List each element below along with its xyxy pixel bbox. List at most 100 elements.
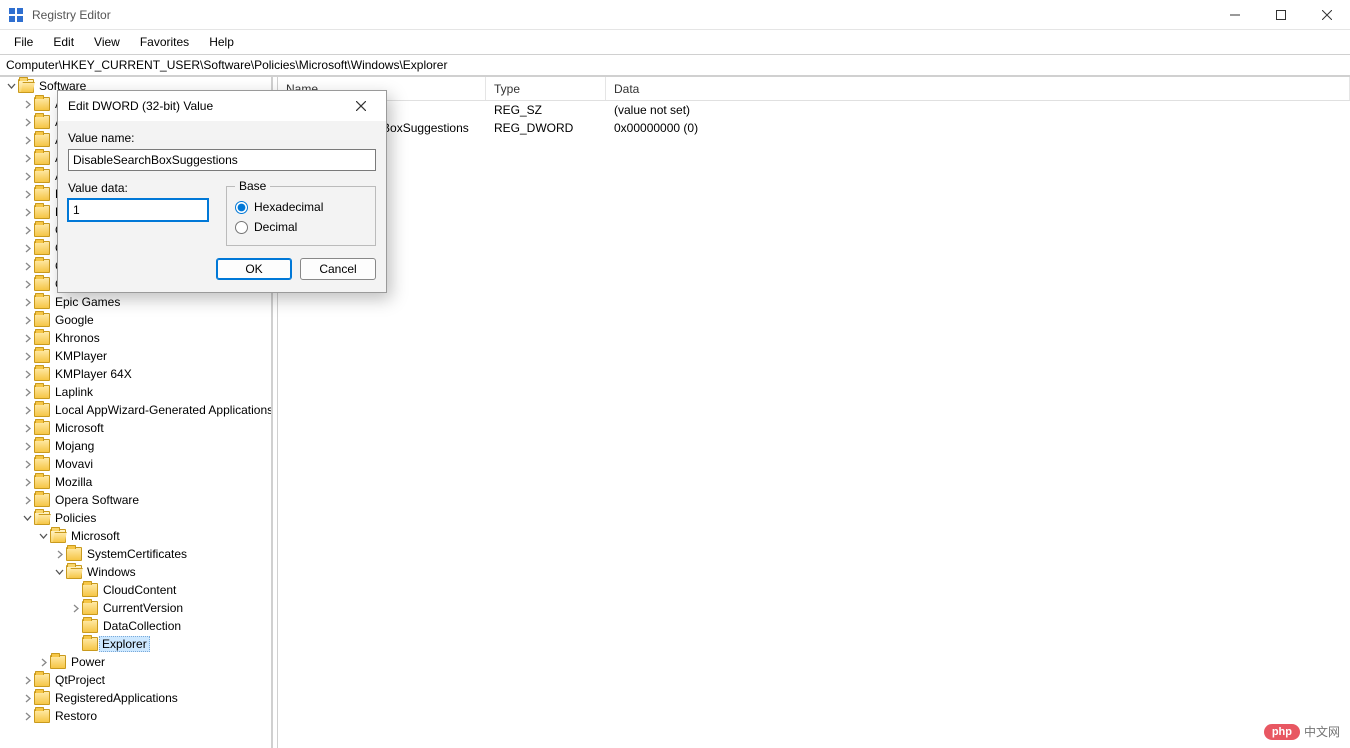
folder-icon <box>34 169 50 183</box>
tree-item[interactable]: Opera Software <box>0 491 271 509</box>
chevron-right-icon[interactable] <box>20 493 34 507</box>
chevron-right-icon[interactable] <box>20 691 34 705</box>
chevron-right-icon[interactable] <box>20 367 34 381</box>
chevron-right-icon[interactable] <box>20 385 34 399</box>
tree-item[interactable]: Epic Games <box>0 293 271 311</box>
tree-item[interactable]: Movavi <box>0 455 271 473</box>
tree-item[interactable]: QtProject <box>0 671 271 689</box>
tree-item[interactable]: Windows <box>0 563 271 581</box>
column-data[interactable]: Data <box>606 77 1350 100</box>
radio-decimal-input[interactable] <box>235 221 248 234</box>
tree-item[interactable]: KMPlayer <box>0 347 271 365</box>
base-group: Base Hexadecimal Decimal <box>226 179 376 246</box>
chevron-right-icon[interactable] <box>20 475 34 489</box>
watermark-badge: php <box>1264 724 1300 740</box>
tree-item[interactable]: Google <box>0 311 271 329</box>
chevron-down-icon[interactable] <box>20 511 34 525</box>
tree-item[interactable]: Mozilla <box>0 473 271 491</box>
minimize-button[interactable] <box>1212 0 1258 30</box>
menu-file[interactable]: File <box>4 32 43 52</box>
tree-item-label: Restoro <box>54 709 97 723</box>
menu-help[interactable]: Help <box>199 32 244 52</box>
folder-icon <box>34 475 50 489</box>
chevron-right-icon[interactable] <box>20 97 34 111</box>
chevron-down-icon[interactable] <box>52 565 66 579</box>
column-type[interactable]: Type <box>486 77 606 100</box>
tree-item[interactable]: DataCollection <box>0 617 271 635</box>
folder-icon <box>34 277 50 291</box>
chevron-right-icon[interactable] <box>20 403 34 417</box>
chevron-right-icon[interactable] <box>20 223 34 237</box>
folder-icon <box>34 133 50 147</box>
chevron-right-icon[interactable] <box>20 457 34 471</box>
folder-icon <box>34 367 50 381</box>
chevron-right-icon[interactable] <box>20 133 34 147</box>
tree-item[interactable]: KMPlayer 64X <box>0 365 271 383</box>
chevron-right-icon[interactable] <box>20 259 34 273</box>
tree-item[interactable]: Power <box>0 653 271 671</box>
tree-item[interactable]: Microsoft <box>0 419 271 437</box>
chevron-right-icon[interactable] <box>52 547 66 561</box>
radio-hexadecimal[interactable]: Hexadecimal <box>235 197 367 217</box>
folder-icon <box>50 655 66 669</box>
folder-icon <box>34 115 50 129</box>
chevron-right-icon[interactable] <box>20 331 34 345</box>
chevron-down-icon[interactable] <box>4 79 18 93</box>
chevron-right-icon[interactable] <box>36 655 50 669</box>
chevron-right-icon[interactable] <box>20 439 34 453</box>
chevron-right-icon[interactable] <box>20 313 34 327</box>
dialog-buttons: OK Cancel <box>68 258 376 280</box>
cancel-button[interactable]: Cancel <box>300 258 376 280</box>
chevron-right-icon[interactable] <box>20 709 34 723</box>
dialog-titlebar[interactable]: Edit DWORD (32-bit) Value <box>58 91 386 121</box>
tree-item[interactable]: Policies <box>0 509 271 527</box>
value-row[interactable]: (Default)REG_SZ(value not set) <box>278 101 1350 119</box>
chevron-right-icon[interactable] <box>20 115 34 129</box>
tree-item[interactable]: CloudContent <box>0 581 271 599</box>
chevron-right-icon[interactable] <box>20 169 34 183</box>
tree-item[interactable]: Local AppWizard-Generated Applications <box>0 401 271 419</box>
value-data-input[interactable] <box>68 199 208 221</box>
dialog-close-button[interactable] <box>346 94 376 118</box>
tree-item[interactable]: Khronos <box>0 329 271 347</box>
menu-edit[interactable]: Edit <box>43 32 84 52</box>
maximize-button[interactable] <box>1258 0 1304 30</box>
tree-item[interactable]: Mojang <box>0 437 271 455</box>
chevron-right-icon[interactable] <box>20 349 34 363</box>
chevron-right-icon[interactable] <box>20 205 34 219</box>
chevron-right-icon[interactable] <box>20 187 34 201</box>
radio-hexadecimal-input[interactable] <box>235 201 248 214</box>
address-bar[interactable]: Computer\HKEY_CURRENT_USER\Software\Poli… <box>0 54 1350 76</box>
value-name-label: Value name: <box>68 131 376 145</box>
menu-favorites[interactable]: Favorites <box>130 32 199 52</box>
value-row[interactable]: DisableSearchBoxSuggestionsREG_DWORD0x00… <box>278 119 1350 137</box>
tree-item[interactable]: RegisteredApplications <box>0 689 271 707</box>
folder-icon <box>34 457 50 471</box>
chevron-right-icon[interactable] <box>20 421 34 435</box>
chevron-right-icon[interactable] <box>20 241 34 255</box>
tree-item-label: Google <box>54 313 94 327</box>
ok-button[interactable]: OK <box>216 258 292 280</box>
radio-decimal[interactable]: Decimal <box>235 217 367 237</box>
close-button[interactable] <box>1304 0 1350 30</box>
tree-item-label: KMPlayer 64X <box>54 367 132 381</box>
tree-item[interactable]: Laplink <box>0 383 271 401</box>
menu-bar: File Edit View Favorites Help <box>0 30 1350 54</box>
chevron-down-icon[interactable] <box>36 529 50 543</box>
tree-item[interactable]: Restoro <box>0 707 271 725</box>
chevron-right-icon[interactable] <box>20 151 34 165</box>
tree-item[interactable]: Explorer <box>0 635 271 653</box>
value-type-cell: REG_SZ <box>486 103 606 117</box>
chevron-right-icon[interactable] <box>20 673 34 687</box>
chevron-right-icon[interactable] <box>68 601 82 615</box>
value-name-input[interactable] <box>68 149 376 171</box>
chevron-right-icon[interactable] <box>20 295 34 309</box>
chevron-right-icon[interactable] <box>20 277 34 291</box>
base-legend: Base <box>235 179 270 193</box>
menu-view[interactable]: View <box>84 32 130 52</box>
tree-item[interactable]: SystemCertificates <box>0 545 271 563</box>
folder-open-icon <box>18 79 34 93</box>
tree-item[interactable]: Microsoft <box>0 527 271 545</box>
tree-item[interactable]: CurrentVersion <box>0 599 271 617</box>
folder-icon <box>82 601 98 615</box>
